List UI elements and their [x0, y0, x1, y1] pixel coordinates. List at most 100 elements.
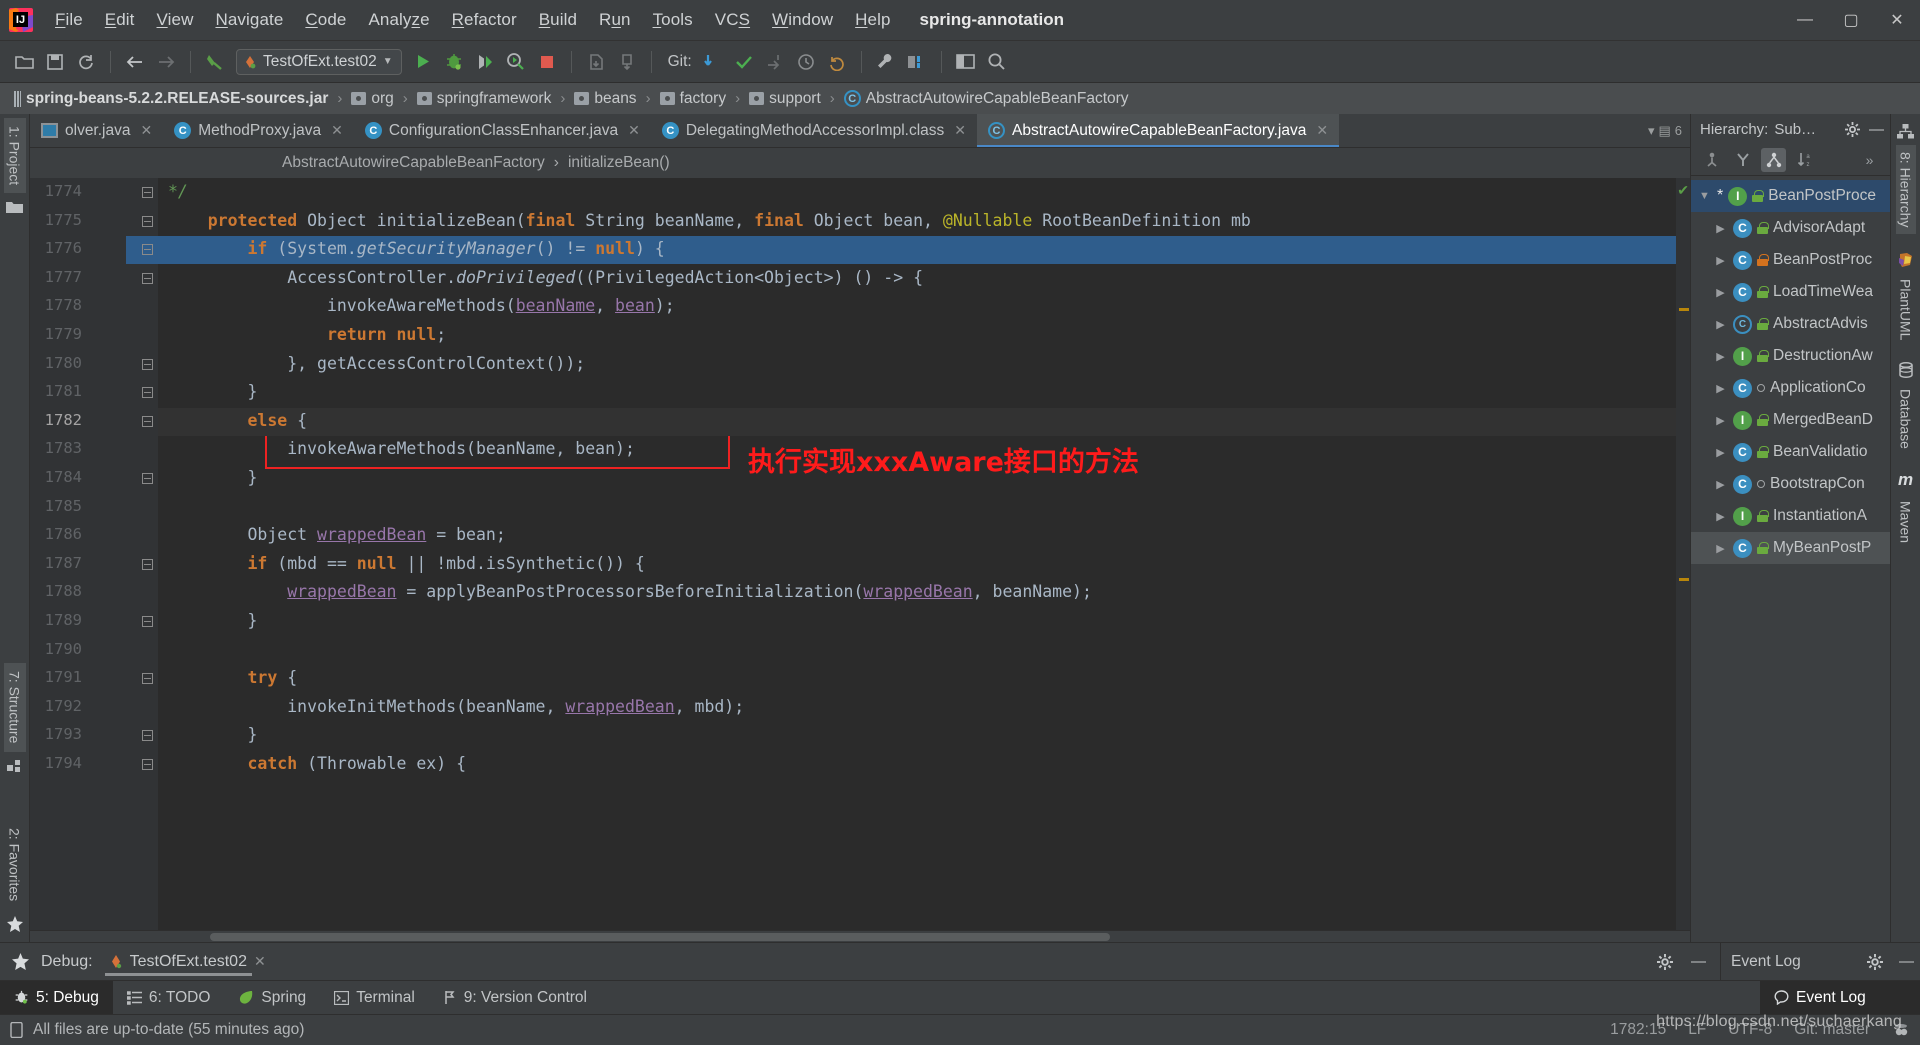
chevron-down-icon[interactable]: ▼	[1697, 190, 1712, 202]
code-line[interactable]: invokeInitMethods(beanName, wrappedBean,…	[168, 697, 744, 716]
code-fold-toggle[interactable]	[142, 558, 153, 570]
menu-vcs[interactable]: VCS	[704, 7, 761, 33]
menu-run[interactable]: Run	[588, 7, 642, 33]
close-icon[interactable]: ✕	[628, 122, 640, 139]
hierarchy-tree-item[interactable]: ▶ C BeanPostProc	[1691, 244, 1890, 276]
subtypes-icon[interactable]	[1730, 148, 1755, 172]
code-editor[interactable]: 1774 1775 1776 1777 1778 1779 1780 1781 1782 1783…	[30, 178, 1690, 930]
supertypes-icon[interactable]	[1699, 148, 1724, 172]
hierarchy-tree-item[interactable]: ▶ I InstantiationA	[1691, 500, 1890, 532]
forward-arrow-icon[interactable]	[152, 48, 180, 76]
git-history-icon[interactable]	[792, 48, 820, 76]
code-fold-toggle[interactable]	[142, 673, 153, 685]
maximize-button[interactable]: ▢	[1828, 1, 1874, 39]
hierarchy-tree-item[interactable]: ▶ C MyBeanPostP	[1691, 532, 1890, 564]
event-log-minimize-button[interactable]: —	[1899, 953, 1914, 970]
search-icon[interactable]	[983, 48, 1011, 76]
menu-analyze[interactable]: Analyze	[357, 7, 440, 33]
code-fold-toggle[interactable]	[142, 187, 153, 198]
sync-icon[interactable]	[72, 48, 100, 76]
menu-edit[interactable]: Edit	[94, 7, 146, 33]
code-line[interactable]: protected Object initializeBean(final St…	[168, 211, 1251, 230]
code-line[interactable]: }	[168, 468, 257, 487]
tool-button-todo[interactable]: 6: TODO	[113, 981, 224, 1014]
tool-button-event-log[interactable]: Event Log	[1760, 981, 1920, 1014]
menu-tools[interactable]: Tools	[642, 7, 704, 33]
hierarchy-tree-item[interactable]: ▶ C BootstrapCon	[1691, 468, 1890, 500]
horizontal-scrollbar[interactable]	[30, 930, 1690, 942]
window-icon[interactable]	[952, 48, 980, 76]
code-line[interactable]: invokeAwareMethods(beanName, bean);	[168, 439, 635, 458]
code-fold-toggle[interactable]	[142, 215, 153, 227]
tab-olver-java[interactable]: olver.java ✕	[30, 114, 163, 147]
marker[interactable]	[1679, 308, 1689, 311]
hierarchy-tree-item[interactable]: ▶ I MergedBeanD	[1691, 404, 1890, 436]
update-project-icon[interactable]	[582, 48, 610, 76]
git-update-icon[interactable]	[699, 48, 727, 76]
code-fold-toggle[interactable]	[142, 244, 153, 256]
code-line[interactable]: if (System.getSecurityManager() != null)…	[168, 239, 664, 258]
code-fold-toggle[interactable]	[142, 272, 153, 284]
code-line[interactable]: catch (Throwable ex) {	[168, 754, 466, 773]
hierarchy-tree-item[interactable]: ▶ C ApplicationCo	[1691, 372, 1890, 404]
hierarchy-minimize-button[interactable]: —	[1869, 121, 1884, 138]
menu-code[interactable]: Code	[294, 7, 357, 33]
code-line[interactable]: try {	[168, 668, 297, 687]
menu-help[interactable]: Help	[844, 7, 901, 33]
build-hammer-icon[interactable]	[201, 48, 229, 76]
sidebar-item-favorites[interactable]: 2: Favorites	[4, 820, 26, 909]
breadcrumb-item-springframework[interactable]: springframework	[415, 90, 554, 108]
code-fold-toggle[interactable]	[142, 759, 153, 770]
hierarchy-tree-item[interactable]: ▶ C LoadTimeWea	[1691, 276, 1890, 308]
hierarchy-tree-item[interactable]: ▶ C AdvisorAdapt	[1691, 212, 1890, 244]
chevron-right-icon[interactable]: ▶	[1713, 318, 1728, 331]
tab-overflow[interactable]: ▾ ▤ 6	[1640, 114, 1690, 147]
code-fold-toggle[interactable]	[142, 387, 153, 399]
menu-window[interactable]: Window	[761, 7, 844, 33]
menu-build[interactable]: Build	[528, 7, 588, 33]
chevron-right-icon[interactable]: ▶	[1713, 414, 1728, 427]
code-line[interactable]: invokeAwareMethods(beanName, bean);	[168, 296, 675, 315]
breadcrumb-item-factory[interactable]: factory	[658, 90, 729, 108]
scrollbar-thumb[interactable]	[210, 933, 1110, 941]
menu-refactor[interactable]: Refactor	[441, 7, 528, 33]
breadcrumb-method[interactable]: initializeBean()	[568, 154, 670, 172]
gear-icon[interactable]	[1657, 953, 1673, 970]
sort-alpha-icon[interactable]: az	[1792, 148, 1817, 172]
sidebar-item-maven[interactable]: Maven	[1896, 494, 1916, 550]
debug-icon[interactable]	[440, 48, 468, 76]
chevron-down-icon[interactable]: ▾	[1648, 123, 1655, 139]
tool-button-terminal[interactable]: Terminal	[320, 981, 429, 1014]
chevron-right-icon[interactable]: ▶	[1713, 478, 1728, 491]
git-push-icon[interactable]	[761, 48, 789, 76]
breadcrumb-item-jar[interactable]: spring-beans-5.2.2.RELEASE-sources.jar	[12, 90, 330, 108]
chevron-right-icon[interactable]: ▶	[1713, 542, 1728, 555]
tab-methodproxy-java[interactable]: C MethodProxy.java ✕	[163, 114, 354, 147]
menu-file[interactable]: File	[44, 7, 94, 33]
close-icon[interactable]: ✕	[331, 122, 343, 139]
code-fold-toggle[interactable]	[142, 358, 153, 370]
gear-icon[interactable]	[1867, 953, 1883, 970]
debug-minimize-button[interactable]: —	[1691, 953, 1706, 970]
chevron-down-icon[interactable]: ▼	[383, 56, 393, 67]
code-line[interactable]: wrappedBean = applyBeanPostProcessorsBef…	[168, 582, 1092, 601]
run-configuration-selector[interactable]: TestOfExt.test02 ▼	[236, 48, 402, 75]
breadcrumb-item-support[interactable]: support	[747, 90, 823, 108]
code-fold-toggle[interactable]	[142, 415, 153, 427]
class-hierarchy-icon[interactable]	[1761, 147, 1786, 172]
open-folder-icon[interactable]	[10, 48, 38, 76]
breadcrumb-item-org[interactable]: org	[349, 90, 395, 108]
inspection-ok-icon[interactable]: ✔	[1677, 182, 1689, 199]
code-content[interactable]: 执行实现xxxAware接口的方法 */ protected Object in…	[158, 178, 1690, 930]
project-structure-icon[interactable]	[903, 48, 931, 76]
code-line[interactable]: }	[168, 382, 257, 401]
code-line[interactable]: else {	[168, 411, 307, 430]
close-icon[interactable]: ✕	[954, 122, 966, 139]
close-icon[interactable]: ✕	[140, 122, 152, 139]
code-line[interactable]: return null;	[168, 325, 446, 344]
editor-gutter[interactable]: 1774 1775 1776 1777 1778 1779 1780 1781 1782 1783…	[30, 178, 158, 930]
chevron-right-icon[interactable]: ▶	[1713, 350, 1728, 363]
git-commit-check-icon[interactable]	[730, 48, 758, 76]
editor-marker-bar[interactable]: ✔	[1676, 178, 1690, 930]
save-icon[interactable]	[41, 48, 69, 76]
